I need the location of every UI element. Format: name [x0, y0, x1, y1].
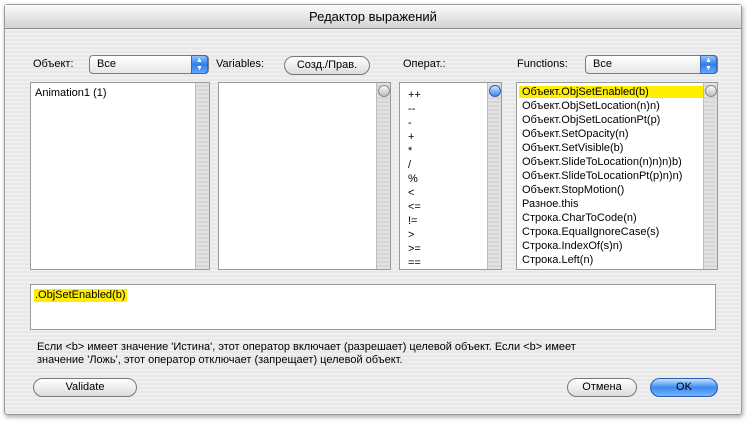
list-item[interactable]: ++ — [408, 89, 421, 101]
object-label: Объект: — [33, 58, 74, 70]
scroll-thumb[interactable] — [489, 85, 501, 97]
functions-popup-value: Все — [593, 58, 612, 70]
functions-label: Functions: — [517, 58, 568, 70]
operators-scrollbar[interactable] — [487, 83, 501, 269]
list-item[interactable]: > — [408, 229, 414, 241]
list-item[interactable]: Разное.this — [522, 198, 579, 210]
expression-text[interactable]: .ObjSetEnabled(b) — [34, 289, 127, 302]
variables-scrollbar[interactable] — [376, 83, 390, 269]
function-description: Если <b> имеет значение 'Истина', этот о… — [37, 341, 717, 367]
list-item[interactable]: Объект.SetOpacity(n) — [522, 128, 629, 140]
list-item[interactable]: Объект.ObjSetLocationPt(p) — [522, 114, 660, 126]
expression-editor-dialog: Редактор выражений Объект: Все ▲ ▼ Variab… — [4, 4, 742, 415]
popup-arrows-icon: ▲ ▼ — [700, 55, 717, 74]
functions-scrollbar[interactable] — [703, 83, 717, 269]
cancel-button[interactable]: Отмена — [567, 378, 637, 397]
list-item[interactable]: / — [408, 159, 411, 171]
list-item-selected[interactable]: Объект.ObjSetEnabled(b) — [519, 86, 703, 98]
object-popup-value: Все — [97, 58, 116, 70]
expression-field[interactable]: .ObjSetEnabled(b) — [30, 284, 716, 330]
object-popup[interactable]: Все ▲ ▼ — [89, 55, 209, 74]
list-item[interactable]: Объект.StopMotion() — [522, 184, 624, 196]
list-item[interactable]: -- — [408, 103, 415, 115]
list-item[interactable]: Объект.SetVisible(b) — [522, 142, 623, 154]
list-item[interactable]: Строка.EqualIgnoreCase(s) — [522, 226, 659, 238]
list-item[interactable]: Строка.Left(n) — [522, 254, 593, 266]
popup-arrows-icon: ▲ ▼ — [191, 55, 208, 74]
create-edit-button[interactable]: Созд./Прав. — [284, 56, 370, 75]
list-item[interactable]: <= — [408, 201, 421, 213]
variables-list[interactable] — [218, 82, 391, 270]
validate-button[interactable]: Validate — [33, 378, 137, 397]
scroll-thumb[interactable] — [705, 85, 717, 97]
functions-popup[interactable]: Все ▲ ▼ — [585, 55, 718, 74]
list-item[interactable]: == — [408, 257, 421, 269]
scroll-thumb[interactable] — [378, 85, 390, 97]
list-item[interactable]: < — [408, 187, 414, 199]
description-line-1: Если <b> имеет значение 'Истина', этот о… — [37, 341, 576, 353]
list-item[interactable]: >= — [408, 243, 421, 255]
window-title: Редактор выражений — [5, 5, 741, 29]
list-item[interactable]: + — [408, 131, 414, 143]
list-item[interactable]: Animation1 (1) — [35, 87, 107, 99]
list-item[interactable]: Объект.SlideToLocation(n)n)n)b) — [522, 156, 682, 168]
list-item[interactable]: Строка.IndexOf(s)n) — [522, 240, 623, 252]
list-item[interactable]: Строка.CharToCode(n) — [522, 212, 637, 224]
functions-list[interactable]: Объект.ObjSetEnabled(b) Объект.ObjSetLoc… — [516, 82, 718, 270]
list-item[interactable]: Объект.SlideToLocationPt(p)n)n) — [522, 170, 682, 182]
list-item[interactable]: - — [408, 117, 412, 129]
operators-label: Операт.: — [403, 58, 446, 70]
list-item[interactable]: % — [408, 173, 418, 185]
objects-list[interactable]: Animation1 (1) — [30, 82, 210, 270]
ok-button[interactable]: OK — [650, 378, 718, 397]
objects-scrollbar[interactable] — [195, 83, 209, 269]
list-item[interactable]: != — [408, 215, 417, 227]
variables-label: Variables: — [216, 58, 265, 70]
list-item[interactable]: * — [408, 145, 412, 157]
list-item[interactable]: Объект.ObjSetLocation(n)n) — [522, 100, 660, 112]
description-line-2: значение 'Ложь', этот оператор отключает… — [37, 354, 403, 366]
operators-list[interactable]: ++ -- - + * / % < <= != > >= == — [399, 82, 502, 270]
